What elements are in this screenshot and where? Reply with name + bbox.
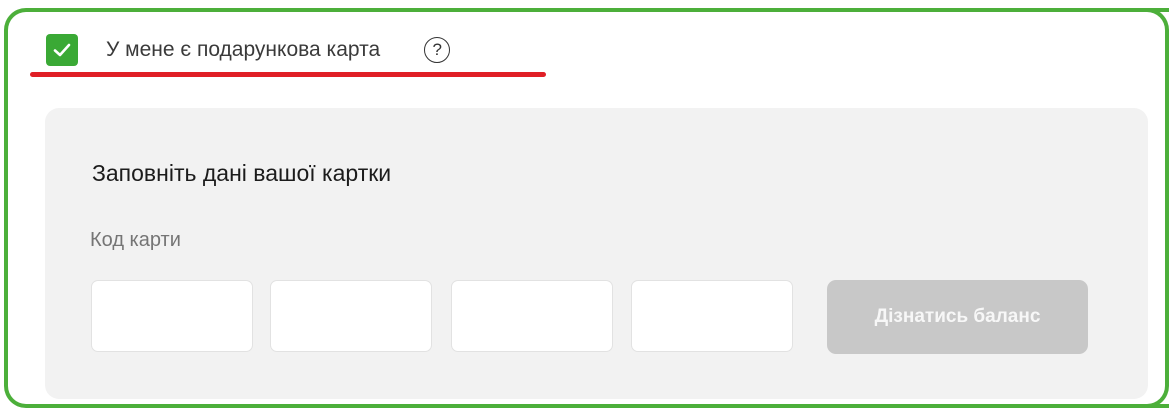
gift-card-frame-right-edge bbox=[1147, 8, 1169, 408]
gift-card-checkbox[interactable] bbox=[46, 34, 78, 66]
check-balance-button[interactable]: Дізнатись баланс bbox=[827, 280, 1088, 354]
card-code-field-1[interactable] bbox=[91, 280, 253, 352]
card-code-field-4[interactable] bbox=[631, 280, 793, 352]
card-code-label: Код карти bbox=[90, 229, 181, 251]
panel-title: Заповніть дані вашої картки bbox=[92, 160, 392, 186]
highlight-underline bbox=[30, 72, 546, 77]
question-circle-icon[interactable]: ? bbox=[424, 37, 451, 63]
card-details-panel: Заповніть дані вашої картки Код карти Ді… bbox=[45, 108, 1148, 399]
card-code-field-2[interactable] bbox=[270, 280, 432, 352]
gift-card-checkbox-label[interactable]: У мене є подарункова карта bbox=[106, 38, 380, 62]
gift-card-toggle-row: У мене є подарункова карта ? bbox=[46, 33, 451, 67]
card-code-field-3[interactable] bbox=[451, 280, 613, 352]
checkmark-icon bbox=[53, 43, 71, 57]
